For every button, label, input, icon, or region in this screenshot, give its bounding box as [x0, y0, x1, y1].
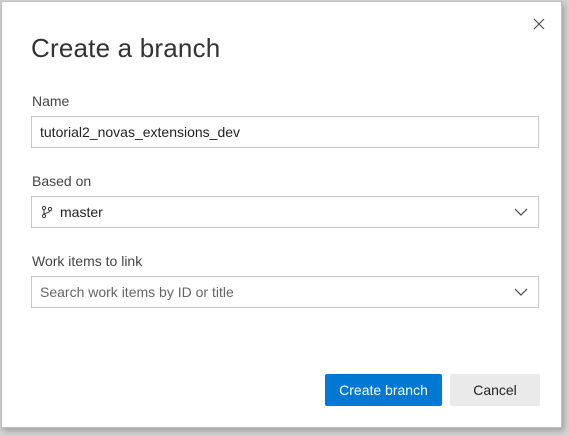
close-icon	[533, 18, 545, 30]
name-input[interactable]: tutorial2_novas_extensions_dev	[31, 116, 539, 148]
work-items-label: Work items to link	[32, 253, 143, 269]
create-branch-button[interactable]: Create branch	[325, 374, 442, 406]
chevron-down-icon	[514, 208, 528, 216]
create-branch-dialog: Create a branch Name tutorial2_novas_ext…	[1, 1, 562, 428]
branch-icon	[41, 205, 53, 219]
name-input-value: tutorial2_novas_extensions_dev	[40, 124, 241, 140]
dialog-title: Create a branch	[31, 33, 221, 63]
chevron-down-icon	[514, 288, 528, 296]
based-on-label: Based on	[32, 173, 92, 189]
name-label: Name	[32, 93, 70, 109]
work-items-placeholder: Search work items by ID or title	[40, 284, 234, 300]
cancel-button[interactable]: Cancel	[450, 374, 540, 406]
based-on-dropdown[interactable]: master	[31, 196, 539, 228]
work-items-search-input[interactable]: Search work items by ID or title	[31, 276, 539, 308]
based-on-value: master	[60, 204, 103, 220]
close-button[interactable]	[531, 16, 547, 32]
